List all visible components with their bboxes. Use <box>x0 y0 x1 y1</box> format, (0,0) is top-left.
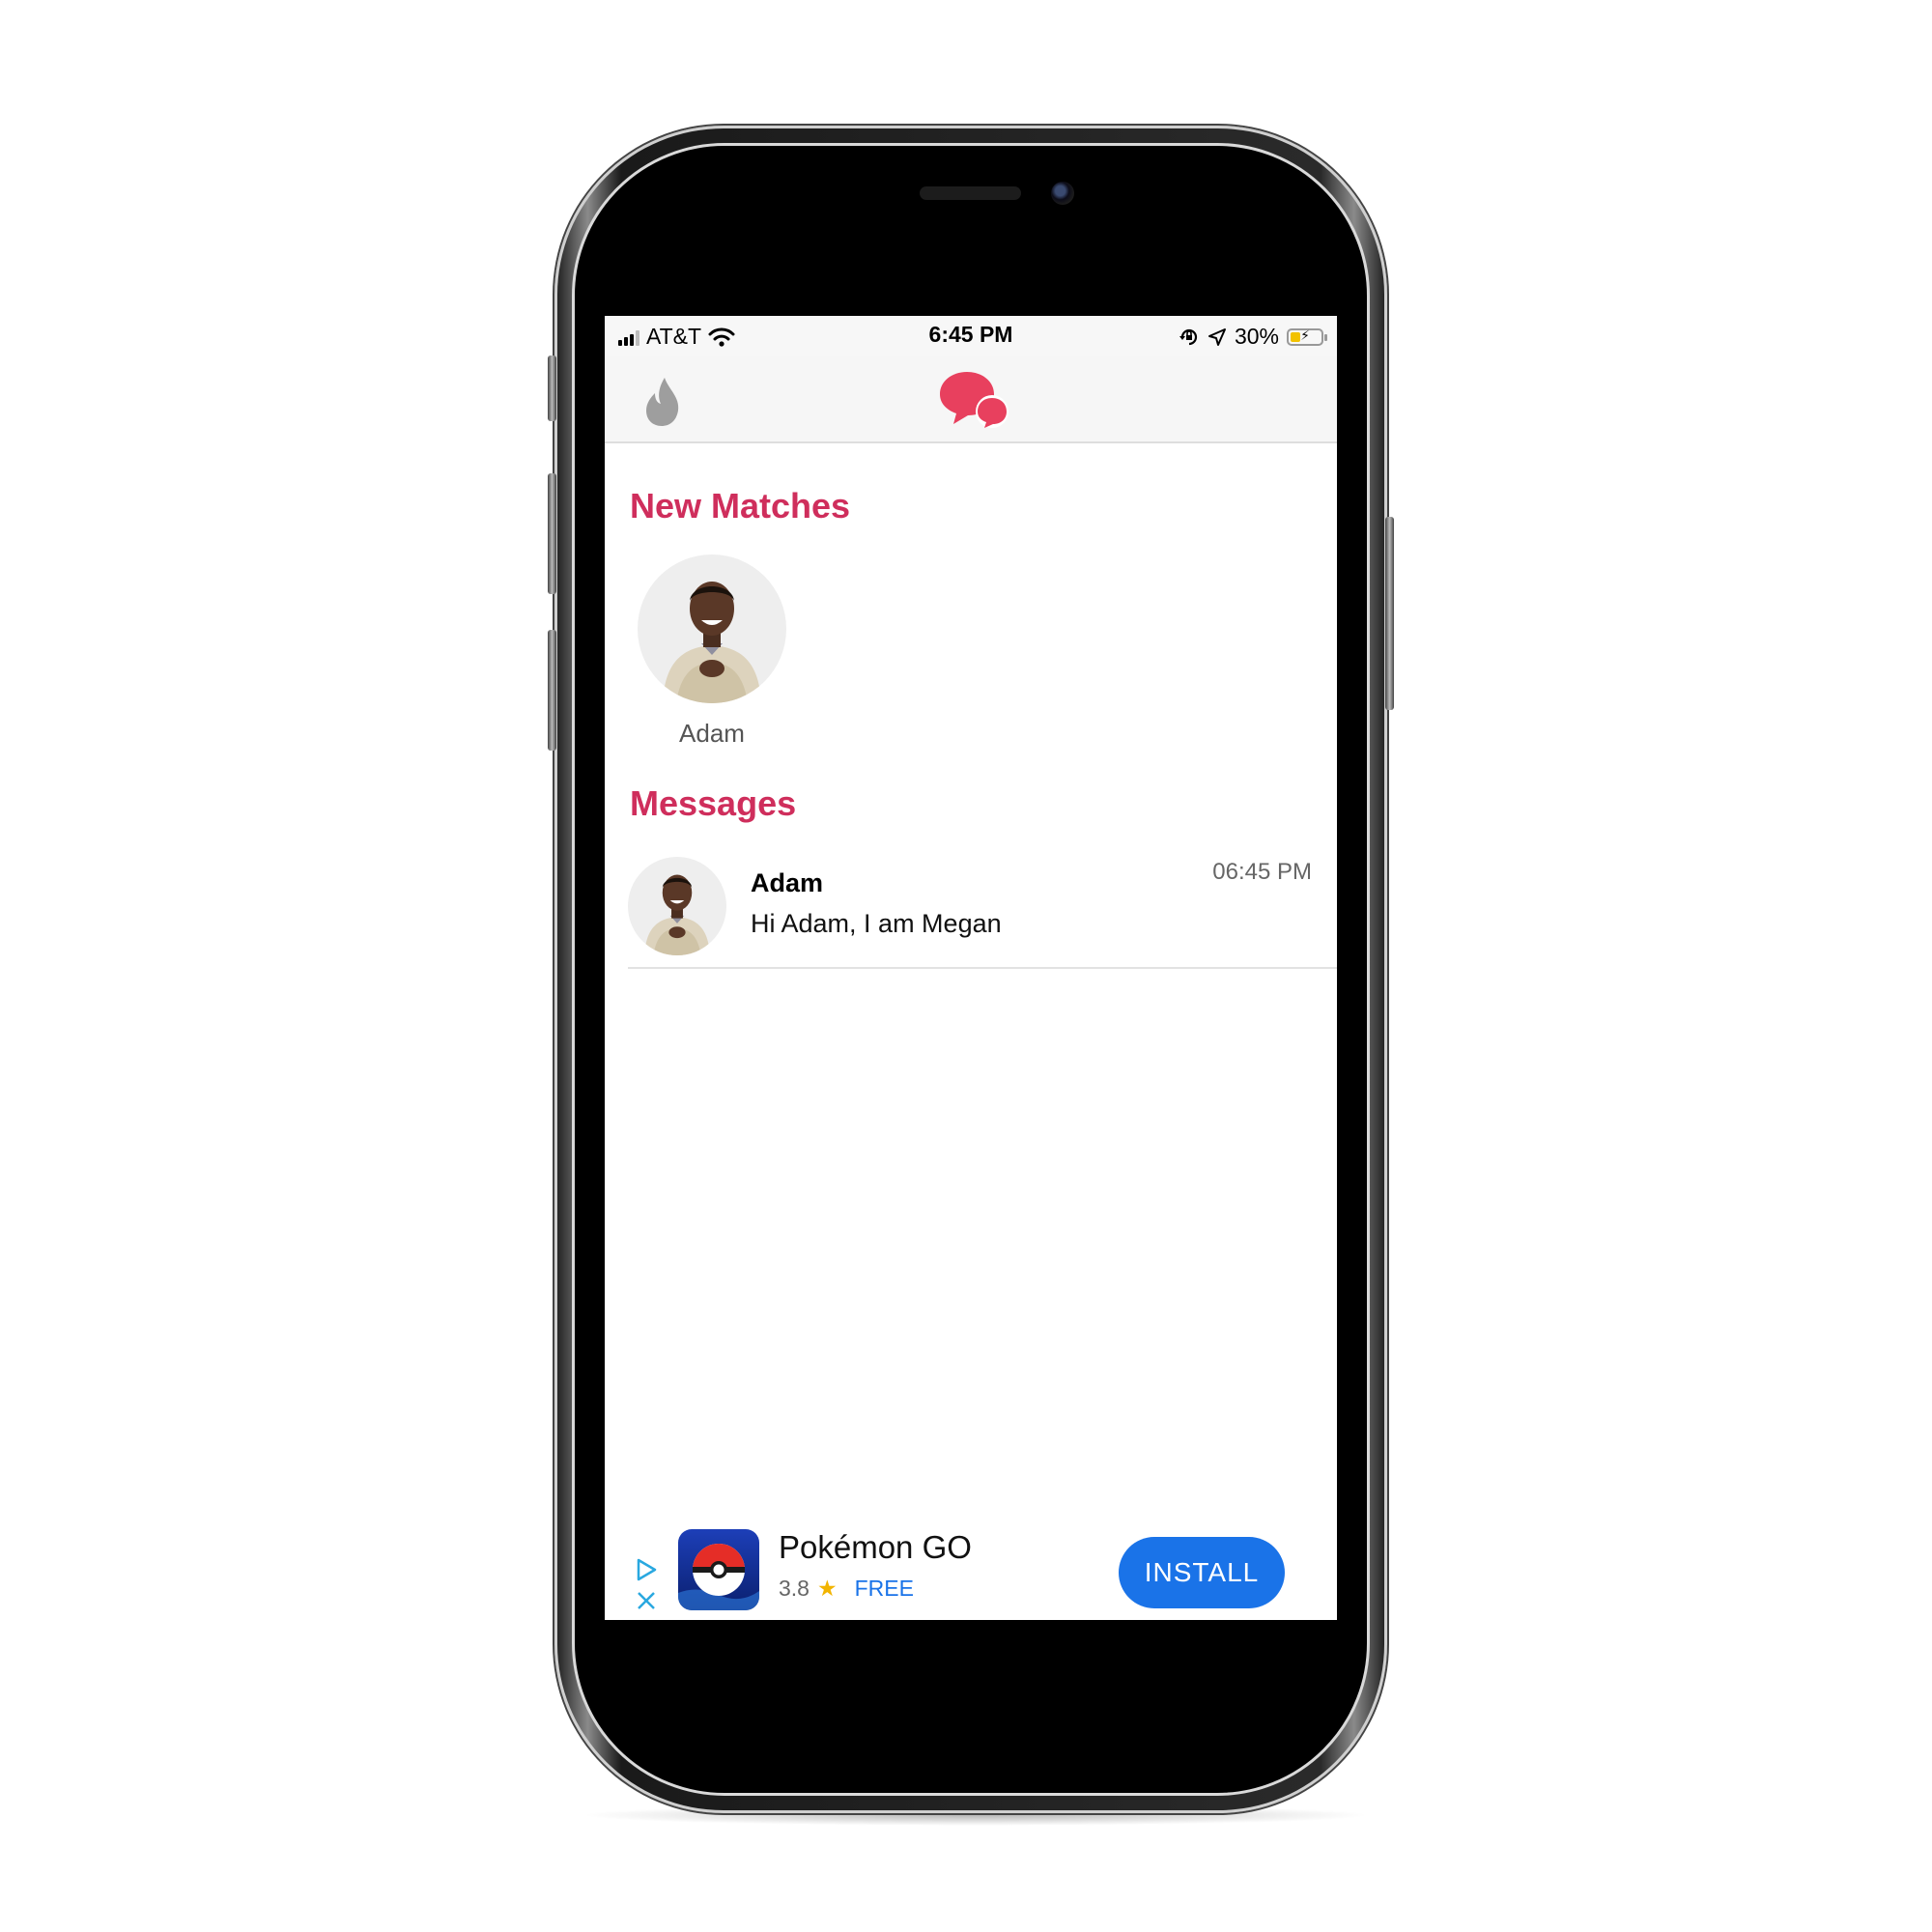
star-icon: ★ <box>816 1576 838 1601</box>
location-arrow-icon <box>1208 327 1226 346</box>
message-time: 06:45 PM <box>1212 859 1312 885</box>
volume-up-button <box>548 473 556 594</box>
chat-bubbles-icon[interactable] <box>938 370 1009 430</box>
orientation-lock-icon <box>1179 328 1198 345</box>
ad-rating: 3.8 <box>779 1576 810 1601</box>
profile-photo <box>638 554 786 703</box>
ad-app-name[interactable]: Pokémon GO <box>779 1529 972 1566</box>
status-bar: AT&T 6:45 PM 30% ⚡ <box>605 316 1337 356</box>
ad-meta: 3.8 ★ FREE <box>779 1576 914 1602</box>
avatar[interactable] <box>628 857 726 955</box>
earpiece-speaker <box>920 186 1021 200</box>
battery-charging-icon: ⚡ <box>1287 327 1327 346</box>
new-matches-title: New Matches <box>630 486 851 526</box>
messages-title: Messages <box>630 783 797 823</box>
volume-down-button <box>548 630 556 751</box>
install-button[interactable]: INSTALL <box>1119 1537 1285 1608</box>
app-icon[interactable] <box>678 1529 759 1610</box>
match-name: Adam <box>679 719 745 748</box>
ad-banner[interactable]: Pokémon GO 3.8 ★ FREE INSTALL <box>605 1521 1337 1620</box>
battery-percent: 30% <box>1234 324 1279 349</box>
message-sender-name: Adam <box>751 868 824 897</box>
match-card-adam[interactable]: Adam <box>638 554 786 749</box>
avatar[interactable] <box>638 554 786 703</box>
top-nav-bar <box>605 356 1337 443</box>
mute-switch <box>548 355 556 421</box>
profile-photo <box>628 857 726 955</box>
adchoices-icon[interactable] <box>634 1558 659 1614</box>
screen: AT&T 6:45 PM 30% ⚡ New Matches Adam Mess… <box>605 316 1337 1620</box>
flame-icon[interactable] <box>643 376 682 428</box>
front-camera <box>1051 182 1074 205</box>
ad-price: FREE <box>854 1576 914 1601</box>
message-preview: Hi Adam, I am Megan <box>751 909 1002 938</box>
power-button <box>1385 517 1394 710</box>
status-right: 30% ⚡ <box>1179 324 1327 350</box>
message-row[interactable]: Adam Hi Adam, I am Megan 06:45 PM <box>628 849 1337 969</box>
